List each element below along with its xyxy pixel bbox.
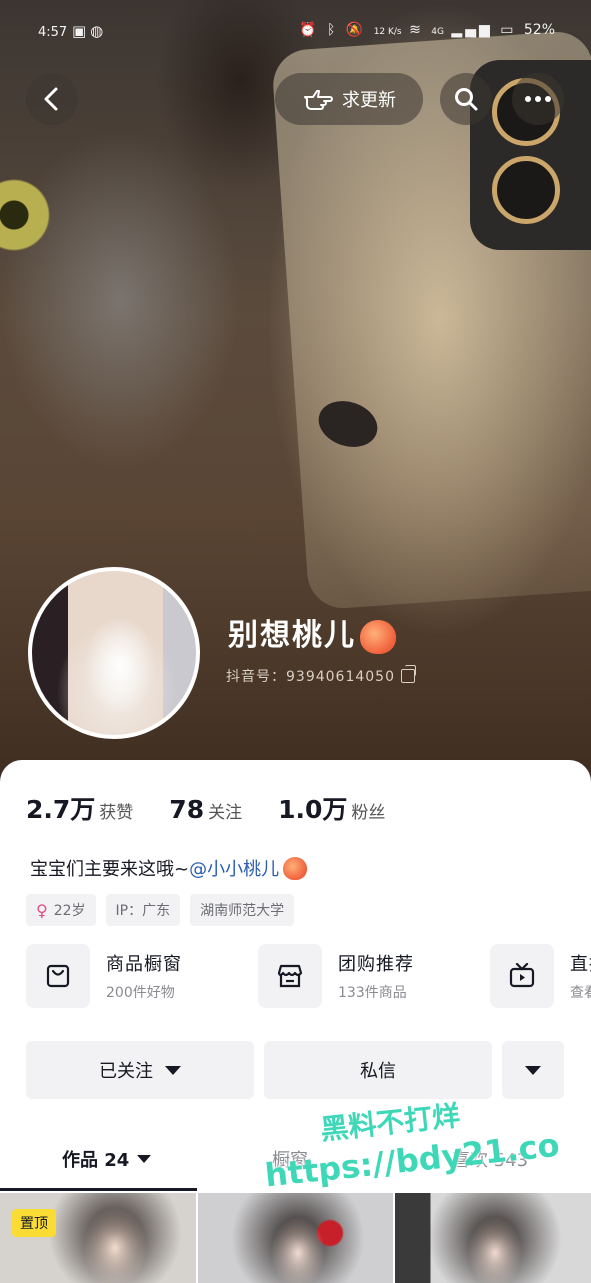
followers-count: 1.0万 — [278, 795, 348, 824]
signal-icon: ▂▄▆ — [451, 22, 493, 38]
profile-cover: 4:57 ▣◍ ⏰ ᛒ 🔕 12 K/s ≋ 4G ▂▄▆ ▭ 52% 求更新 — [0, 0, 591, 790]
followed-button[interactable]: 已关注 — [26, 1041, 254, 1099]
battery-icon: ▭ — [500, 22, 517, 38]
caret-down-icon — [137, 1155, 152, 1163]
chevron-left-icon — [44, 87, 58, 111]
notification-icons: ▣◍ — [72, 22, 108, 40]
group-buy-subtitle: 133件商品 — [338, 985, 407, 1001]
likes-stat[interactable]: 2.7万 获赞 — [26, 790, 133, 826]
active-tab-indicator — [0, 1188, 197, 1191]
ip-text: IP：广东 — [115, 903, 171, 919]
showcase-icon-box — [26, 944, 90, 1008]
message-button[interactable]: 私信 — [264, 1041, 492, 1099]
school-tag[interactable]: 湖南师范大学 — [190, 894, 295, 926]
status-bar: 4:57 ▣◍ ⏰ ᛒ 🔕 12 K/s ≋ 4G ▂▄▆ ▭ 52% — [0, 0, 591, 60]
profile-tags: ♀ 22岁 IP：广东 湖南师范大学 — [26, 894, 295, 926]
following-stat[interactable]: 78 关注 — [169, 795, 242, 824]
douyin-id-text: 抖音号：93940614050 — [226, 669, 395, 685]
age-text: 22岁 — [53, 903, 86, 919]
bag-icon — [46, 964, 70, 988]
tv-icon — [509, 963, 535, 988]
following-label: 关注 — [208, 803, 243, 823]
caret-down-icon — [165, 1065, 181, 1075]
system-icons: ⏰ ᛒ 🔕 12 K/s ≋ 4G ▂▄▆ ▭ 52% — [299, 22, 555, 38]
peach-emoji-icon — [283, 856, 308, 880]
followers-stat[interactable]: 1.0万 粉丝 — [278, 790, 385, 826]
showcase-subtitle: 200件好物 — [106, 985, 175, 1001]
peach-emoji-icon — [360, 619, 396, 654]
network-speed: 12 K/s — [373, 27, 402, 37]
video-grid: 置顶 — [0, 1193, 591, 1283]
live-service[interactable]: 直播 查看 — [490, 944, 591, 1008]
profile-bio: 宝宝们主要来这哦~ @小小桃儿 — [30, 855, 308, 881]
video-thumbnail[interactable] — [197, 1193, 394, 1283]
live-title: 直播 — [570, 954, 591, 975]
profile-nickname: 别想桃儿 — [228, 610, 396, 654]
live-subtitle: 查看 — [570, 985, 591, 1001]
followers-label: 粉丝 — [351, 803, 386, 823]
search-button[interactable] — [440, 73, 492, 125]
copy-icon[interactable] — [400, 665, 416, 683]
likes-count: 2.7万 — [26, 795, 96, 824]
request-update-label: 求更新 — [342, 90, 396, 111]
pinned-badge: 置顶 — [12, 1209, 56, 1237]
group-buy-service[interactable]: 团购推荐 133件商品 — [258, 944, 458, 1008]
female-icon: ♀ — [36, 900, 48, 920]
service-row: 商品橱窗 200件好物 团购推荐 133件商品 直 查 — [26, 944, 591, 1008]
following-count: 78 — [169, 795, 205, 824]
bio-text: 宝宝们主要来这哦~ — [30, 859, 190, 880]
video-thumbnail[interactable]: 置顶 — [0, 1193, 196, 1283]
group-buy-title: 团购推荐 — [338, 954, 414, 975]
wifi-icon: ≋ — [409, 22, 424, 38]
more-button[interactable] — [512, 73, 564, 125]
video-thumbnail[interactable] — [395, 1193, 591, 1283]
shop-icon — [277, 964, 303, 988]
bio-mention-link[interactable]: @小小桃儿 — [189, 855, 279, 881]
search-icon — [455, 88, 478, 111]
more-dots-icon — [525, 96, 551, 102]
profile-info-panel: 2.7万 获赞 78 关注 1.0万 粉丝 宝宝们主要来这哦~ @小小桃儿 ♀ 22岁 … — [0, 760, 591, 1283]
school-text: 湖南师范大学 — [200, 903, 285, 919]
pointing-hand-icon — [304, 90, 333, 110]
bluetooth-icon: ᛒ — [326, 22, 339, 38]
network-type: 4G — [431, 27, 444, 37]
profile-stats: 2.7万 获赞 78 关注 1.0万 粉丝 — [26, 790, 385, 826]
douyin-id-row[interactable]: 抖音号：93940614050 — [226, 665, 416, 686]
message-label: 私信 — [360, 1061, 396, 1082]
battery-level: 52% — [523, 22, 555, 38]
group-buy-icon-box — [258, 944, 322, 1008]
showcase-title: 商品橱窗 — [106, 954, 182, 975]
likes-label: 获赞 — [99, 803, 134, 823]
caret-down-icon — [525, 1065, 541, 1075]
age-tag: ♀ 22岁 — [26, 894, 96, 926]
showcase-service[interactable]: 商品橱窗 200件好物 — [26, 944, 226, 1008]
tab-works-label: 作品 24 — [62, 1150, 130, 1171]
tab-works[interactable]: 作品 24 — [62, 1146, 152, 1172]
alarm-icon: ⏰ — [299, 22, 320, 38]
avatar[interactable] — [28, 567, 200, 739]
back-button[interactable] — [26, 73, 78, 125]
live-icon-box — [490, 944, 554, 1008]
request-update-button[interactable]: 求更新 — [275, 73, 423, 125]
status-time: 4:57 — [38, 25, 68, 40]
nickname-text: 别想桃儿 — [228, 618, 356, 653]
followed-label: 已关注 — [99, 1061, 153, 1082]
ip-tag: IP：广东 — [105, 894, 181, 926]
mute-icon: 🔕 — [345, 22, 367, 38]
cover-cat-eye — [0, 170, 50, 260]
